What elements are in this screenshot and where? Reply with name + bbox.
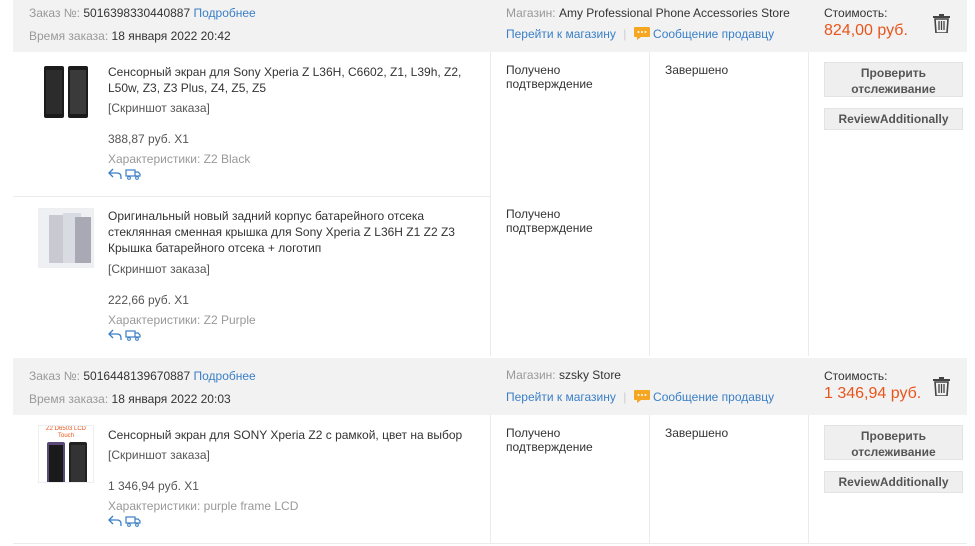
order-cost: 1 346,94 руб. xyxy=(824,385,922,402)
item-action-icons xyxy=(108,168,141,183)
truck-icon[interactable] xyxy=(125,168,141,183)
go-to-store-link[interactable]: Перейти к магазину xyxy=(506,27,616,41)
column-divider xyxy=(808,52,809,356)
column-divider xyxy=(649,52,650,356)
column-divider xyxy=(649,415,650,543)
product-image[interactable]: Z2 D6503 LCD Touch xyxy=(38,425,94,483)
trash-icon[interactable] xyxy=(933,377,950,399)
order-number-line: Заказ №: 5016398330440887 Подробнее xyxy=(29,6,256,20)
item-characteristics: Характеристики: Z2 Black xyxy=(108,152,250,166)
order-screenshot-link[interactable]: [Скриншот заказа] xyxy=(108,448,210,462)
truck-icon[interactable] xyxy=(125,329,141,344)
store-label: Магазин: xyxy=(506,6,556,20)
order-time-label: Время заказа: xyxy=(29,29,109,43)
store-line: Магазин: szsky Store xyxy=(506,368,621,382)
item-characteristics: Характеристики: Z2 Purple xyxy=(108,313,256,327)
check-tracking-button[interactable]: Проверить отслеживание xyxy=(824,62,963,97)
characteristics-value: Z2 Black xyxy=(203,152,251,166)
order-time-line: Время заказа: 18 января 2022 20:42 xyxy=(29,29,231,43)
item-confirm-status: Получено подтверждение xyxy=(506,63,593,91)
product-title[interactable]: Сенсорный экран для Sony Xperia Z L36H, … xyxy=(108,64,468,96)
return-icon[interactable] xyxy=(108,168,122,183)
chat-icon[interactable] xyxy=(633,27,650,43)
item-characteristics: Характеристики: purple frame LCD xyxy=(108,499,298,513)
item-price: 388,87 руб. X1 xyxy=(108,132,189,146)
store-name: szsky Store xyxy=(558,368,621,382)
column-divider xyxy=(808,415,809,543)
store-line: Магазин: Amy Professional Phone Accessor… xyxy=(506,6,790,20)
truck-icon[interactable] xyxy=(125,515,141,530)
chat-icon[interactable] xyxy=(633,390,650,406)
store-actions: Перейти к магазину | Сообщение продавцу xyxy=(506,390,775,406)
order-number-label: Заказ №: xyxy=(29,369,81,383)
order-status: Завершено xyxy=(665,426,729,440)
order-screenshot-link[interactable]: [Скриншот заказа] xyxy=(108,101,210,115)
characteristics-value: purple frame LCD xyxy=(203,499,299,513)
cost-label: Стоимость: xyxy=(824,6,888,20)
order-number: 5016398330440887 xyxy=(83,6,191,20)
item-price: 1 346,94 руб. X1 xyxy=(108,479,199,493)
store-label: Магазин: xyxy=(506,368,556,382)
order-details-link[interactable]: Подробнее xyxy=(194,369,256,383)
order-cost: 824,00 руб. xyxy=(824,22,908,39)
order-details-link[interactable]: Подробнее xyxy=(194,6,256,20)
review-additionally-button[interactable]: ReviewAdditionally xyxy=(824,108,963,130)
characteristics-label: Характеристики: xyxy=(108,152,201,166)
product-image[interactable] xyxy=(38,208,94,268)
go-to-store-link[interactable]: Перейти к магазину xyxy=(506,390,616,404)
message-seller-link[interactable]: Сообщение продавцу xyxy=(653,390,774,404)
order-time: 18 января 2022 20:42 xyxy=(111,29,231,43)
review-additionally-button[interactable]: ReviewAdditionally xyxy=(824,471,963,493)
store-name: Amy Professional Phone Accessories Store xyxy=(558,6,790,20)
item-price: 222,66 руб. X1 xyxy=(108,293,189,307)
product-title[interactable]: Оригинальный новый задний корпус батарей… xyxy=(108,208,468,256)
item-divider xyxy=(13,196,490,197)
trash-icon[interactable] xyxy=(933,14,950,36)
item-action-icons xyxy=(108,515,141,530)
cost-label: Стоимость: xyxy=(824,369,888,383)
product-image[interactable] xyxy=(38,62,94,122)
order-time-line: Время заказа: 18 января 2022 20:03 xyxy=(29,392,231,406)
order-screenshot-link[interactable]: [Скриншот заказа] xyxy=(108,262,210,276)
order-time: 18 января 2022 20:03 xyxy=(111,392,231,406)
order-number: 5016448139670887 xyxy=(83,369,191,383)
return-icon[interactable] xyxy=(108,329,122,344)
message-seller-link[interactable]: Сообщение продавцу xyxy=(653,27,774,41)
column-divider xyxy=(490,415,491,543)
order-bottom-divider xyxy=(13,543,967,544)
item-action-icons xyxy=(108,329,141,344)
characteristics-label: Характеристики: xyxy=(108,313,201,327)
order-time-label: Время заказа: xyxy=(29,392,109,406)
product-image-caption: Z2 D6503 LCD Touch xyxy=(45,426,87,439)
characteristics-value: Z2 Purple xyxy=(203,313,256,327)
item-confirm-status: Получено подтверждение xyxy=(506,207,593,235)
characteristics-label: Характеристики: xyxy=(108,499,201,513)
column-divider xyxy=(490,52,491,356)
check-tracking-button[interactable]: Проверить отслеживание xyxy=(824,425,963,460)
store-actions: Перейти к магазину | Сообщение продавцу xyxy=(506,27,775,43)
order-number-label: Заказ №: xyxy=(29,6,81,20)
order-number-line: Заказ №: 5016448139670887 Подробнее xyxy=(29,369,256,383)
return-icon[interactable] xyxy=(108,515,122,530)
order-status: Завершено xyxy=(665,63,729,77)
item-confirm-status: Получено подтверждение xyxy=(506,426,593,454)
product-title[interactable]: Сенсорный экран для SONY Xperia Z2 с рам… xyxy=(108,427,468,443)
